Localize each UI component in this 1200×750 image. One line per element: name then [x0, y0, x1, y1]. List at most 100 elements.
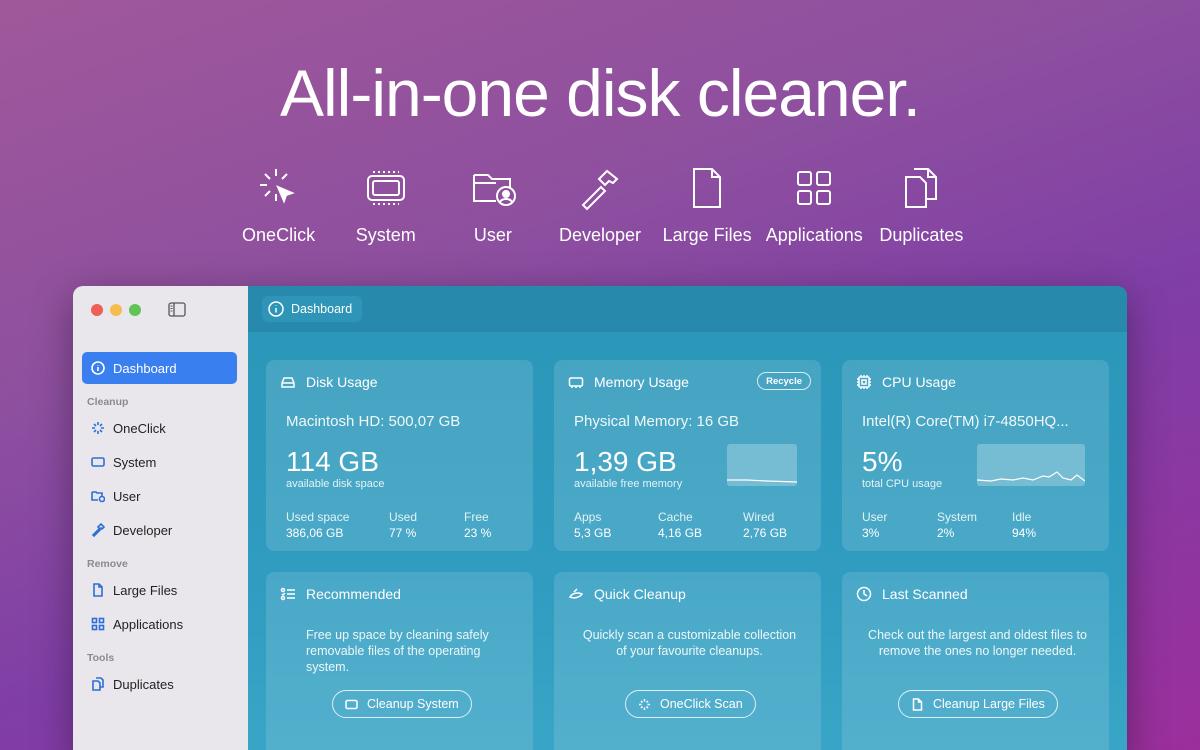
duplicates-icon	[92, 677, 104, 691]
cleanup-system-button[interactable]: Cleanup System	[332, 690, 472, 718]
card-header: Last Scanned	[856, 586, 968, 602]
last-scanned-card: Last Scanned Check out the largest and o…	[842, 572, 1109, 750]
stat-label: Used	[389, 510, 418, 524]
stat-label: System	[937, 510, 978, 524]
disk-available-value: 114 GB	[286, 446, 379, 477]
card-title: Disk Usage	[306, 374, 378, 390]
oneclick-scan-button[interactable]: OneClick Scan	[625, 690, 756, 718]
info-icon	[91, 361, 105, 375]
cleanup-large-files-button[interactable]: Cleanup Large Files	[898, 690, 1058, 718]
hammer-icon	[581, 169, 619, 211]
main-content: Dashboard Disk Usage Macintosh HD: 500,0…	[248, 286, 1127, 750]
oneclick-icon	[259, 169, 295, 204]
sidebar: Dashboard Cleanup OneClick System User D…	[73, 286, 248, 750]
app-window: Dashboard Cleanup OneClick System User D…	[73, 286, 1127, 750]
hammer-icon	[91, 523, 105, 537]
stat-label: Apps	[574, 510, 602, 524]
card-title: Quick Cleanup	[594, 586, 686, 602]
info-icon	[268, 301, 284, 317]
file-icon	[693, 168, 722, 208]
hero-title: All-in-one disk cleaner.	[280, 56, 921, 130]
toolbar: Dashboard	[248, 286, 1127, 332]
sidebar-item-system[interactable]: System	[82, 446, 237, 478]
grid-icon	[797, 171, 832, 205]
sidebar-item-label: Applications	[113, 616, 184, 632]
stat-value: 77 %	[389, 526, 417, 540]
stat-value: 3%	[862, 526, 880, 540]
stat-used: Used 77 %	[389, 510, 464, 540]
broom-icon	[568, 588, 584, 599]
system-icon	[91, 457, 105, 467]
stat-used-space: Used space 386,06 GB	[286, 510, 389, 540]
grid-icon	[91, 617, 105, 631]
memory-free-value: 1,39 GB	[574, 446, 677, 477]
oneclick-icon	[639, 698, 650, 710]
feature-label: Developer	[558, 225, 642, 245]
feature-user: User	[439, 165, 546, 246]
breadcrumb[interactable]: Dashboard	[262, 296, 363, 322]
card-header: Memory Usage	[568, 374, 689, 390]
sidebar-item-label: Duplicates	[113, 676, 174, 692]
card-title: CPU Usage	[882, 374, 956, 390]
last-scanned-description: Check out the largest and oldest files t…	[868, 628, 1087, 658]
oneclick-icon	[92, 422, 104, 434]
duplicates-icon	[905, 168, 938, 208]
disk-usage-card: Disk Usage Macintosh HD: 500,07 GB 114 G…	[266, 360, 533, 551]
feature-duplicates: Duplicates	[868, 165, 975, 246]
feature-label: System	[355, 225, 416, 245]
feature-row: OneClick System User Developer Large Fil…	[225, 165, 975, 246]
sidebar-nav: Dashboard Cleanup OneClick System User D…	[82, 352, 237, 702]
sidebar-item-applications[interactable]: Applications	[82, 608, 237, 640]
sidebar-section-remove: Remove	[87, 558, 128, 570]
feature-label: User	[473, 225, 512, 245]
cpu-usage-card: CPU Usage Intel(R) Core(TM) i7-4850HQ...…	[842, 360, 1109, 551]
stat-value: 386,06 GB	[286, 526, 344, 540]
stat-value: 94%	[1012, 526, 1037, 540]
sidebar-item-large-files[interactable]: Large Files	[82, 574, 237, 606]
sidebar-item-label: Developer	[113, 522, 173, 538]
stat-label: User	[862, 510, 888, 524]
disk-name: Macintosh HD: 500,07 GB	[286, 413, 461, 430]
sidebar-item-label: System	[113, 454, 157, 470]
physical-memory: Physical Memory: 16 GB	[574, 413, 740, 430]
memory-usage-card: Memory Usage Recycle Physical Memory: 16…	[554, 360, 821, 551]
sidebar-item-developer[interactable]: Developer	[82, 514, 237, 546]
memory-icon	[568, 377, 584, 388]
disk-available-label: available disk space	[286, 478, 385, 490]
cpu-sparkline	[977, 444, 1085, 486]
stat-label: Used space	[286, 510, 350, 524]
card-header: Disk Usage	[280, 374, 378, 390]
feature-label: Applications	[765, 225, 863, 245]
stat-apps: Apps 5,3 GB	[574, 510, 658, 540]
sidebar-item-label: OneClick	[113, 420, 166, 436]
feature-label: OneClick	[242, 225, 316, 245]
quick-cleanup-card: Quick Cleanup Quickly scan a customizabl…	[554, 572, 821, 750]
card-header: CPU Usage	[856, 374, 956, 390]
sidebar-item-user[interactable]: User	[82, 480, 237, 512]
sidebar-item-oneclick[interactable]: OneClick	[82, 412, 237, 444]
card-header: Recommended	[280, 586, 401, 602]
stat-free: Free 23 %	[464, 510, 491, 540]
file-icon	[93, 583, 103, 597]
file-icon	[912, 697, 923, 711]
stat-idle: Idle 94%	[1012, 510, 1036, 540]
card-title: Memory Usage	[594, 374, 689, 390]
button-label: Cleanup Large Files	[933, 697, 1045, 711]
user-folder-icon	[91, 491, 105, 503]
minimize-button[interactable]	[110, 304, 122, 316]
feature-label: Large Files	[662, 225, 752, 245]
cpu-usage-label: total CPU usage	[862, 478, 943, 490]
sidebar-item-dashboard[interactable]: Dashboard	[82, 352, 237, 384]
recycle-button[interactable]: Recycle	[757, 372, 811, 390]
close-button[interactable]	[91, 304, 103, 316]
cpu-usage-value: 5%	[862, 446, 903, 477]
zoom-button[interactable]	[129, 304, 141, 316]
card-title: Last Scanned	[882, 586, 968, 602]
stat-label: Cache	[658, 510, 693, 524]
history-icon	[856, 586, 872, 602]
sidebar-item-duplicates[interactable]: Duplicates	[82, 668, 237, 700]
sidebar-toggle-icon[interactable]	[168, 302, 186, 317]
sidebar-item-label: Dashboard	[113, 360, 177, 376]
feature-developer: Developer	[546, 165, 653, 246]
stat-value: 23 %	[464, 526, 492, 540]
